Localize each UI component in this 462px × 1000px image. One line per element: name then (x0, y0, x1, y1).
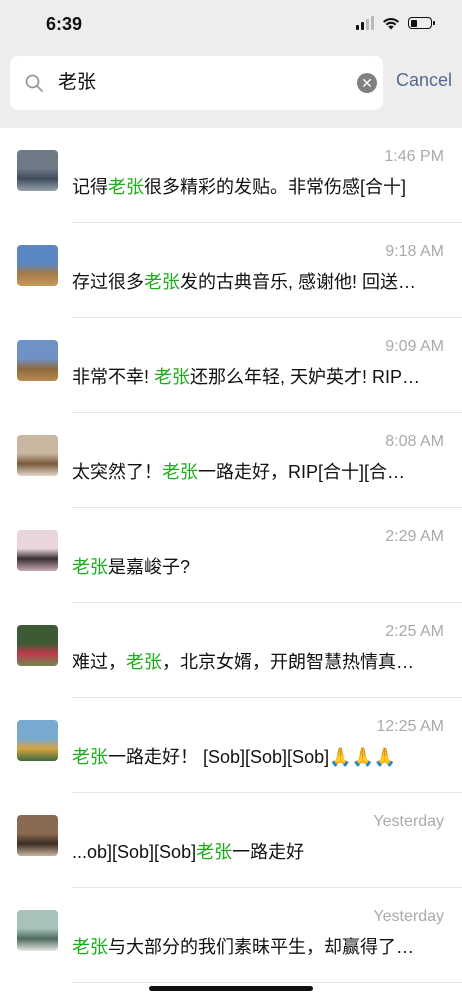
search-bar-area: ✕ Cancel (0, 48, 462, 128)
message-time: 9:09 AM (385, 338, 444, 355)
avatar (17, 340, 58, 381)
message-text-before: 记得 (72, 177, 108, 197)
clear-search-icon[interactable]: ✕ (357, 73, 377, 93)
message-preview: ...ob][Sob][Sob]老张一路走好 (72, 838, 444, 864)
message-text-after: ，北京女婿，开朗智慧热情真… (162, 652, 414, 672)
status-bar: 6:39 (0, 0, 462, 48)
keyword-highlight: 老张 (108, 177, 144, 197)
search-input[interactable] (58, 68, 348, 98)
message-text-after: 一路走好 (232, 842, 305, 862)
message-preview: 存过很多老张发的古典音乐, 感谢他! 回送… (72, 268, 444, 294)
result-row[interactable]: 1:46 PM 记得老张很多精彩的发贴。非常伤感[合十] (0, 128, 462, 223)
message-preview: 非常不幸! 老张还那么年轻, 天妒英才! RIP… (72, 363, 444, 389)
message-text-after: 是嘉峻子? (108, 557, 191, 577)
message-time: 12:25 AM (376, 718, 444, 735)
keyword-highlight: 老张 (144, 272, 180, 292)
avatar (17, 910, 58, 951)
wifi-icon (383, 17, 399, 30)
result-row[interactable]: Yesterday ...ob][Sob][Sob]老张一路走好 (0, 793, 462, 888)
message-preview: 老张是嘉峻子? (72, 553, 444, 579)
message-text-after: 发的古典音乐, 感谢他! 回送… (180, 272, 417, 292)
search-results-list: 1:46 PM 记得老张很多精彩的发贴。非常伤感[合十] 9:18 AM 存过很多老张… (0, 128, 462, 1000)
message-preview: 老张一路走好！ [Sob][Sob][Sob]🙏🙏🙏 (72, 743, 444, 769)
message-time: 2:29 AM (385, 528, 444, 545)
result-row[interactable]: 12:25 AM 老张一路走好！ [Sob][Sob][Sob]🙏🙏🙏 (0, 698, 462, 793)
status-icons (356, 16, 435, 30)
message-time: 2:25 AM (385, 623, 444, 640)
home-indicator (149, 986, 313, 991)
message-text-before: 存过很多 (72, 272, 144, 292)
avatar (17, 245, 58, 286)
cellular-signal-icon (356, 16, 374, 30)
message-text-after: 与大部分的我们素昧平生，却赢得了… (108, 937, 414, 957)
message-text-before: ...ob][Sob][Sob] (72, 842, 197, 862)
avatar (17, 815, 58, 856)
message-preview: 难过，老张，北京女婿，开朗智慧热情真… (72, 648, 444, 674)
avatar (17, 530, 58, 571)
status-time: 6:39 (46, 14, 83, 34)
avatar (17, 625, 58, 666)
message-text-after: 还那么年轻, 天妒英才! RIP… (190, 367, 421, 387)
keyword-highlight: 老张 (162, 462, 198, 482)
avatar (17, 720, 58, 761)
message-time: 8:08 AM (385, 433, 444, 450)
keyword-highlight: 老张 (72, 747, 108, 767)
message-preview: 老张与大部分的我们素昧平生，却赢得了… (72, 933, 444, 959)
message-time: Yesterday (373, 813, 444, 830)
message-text-after: 一路走好，RIP[合十][合… (198, 462, 406, 482)
result-row[interactable]: 9:09 AM 非常不幸! 老张还那么年轻, 天妒英才! RIP… (0, 318, 462, 413)
avatar (17, 150, 58, 191)
keyword-highlight: 老张 (72, 557, 108, 577)
message-text-after: 很多精彩的发贴。非常伤感[合十] (144, 177, 407, 197)
message-text-before: 太突然了！ (72, 462, 162, 482)
result-row[interactable]: 2:25 AM 难过，老张，北京女婿，开朗智慧热情真… (0, 603, 462, 698)
result-row[interactable]: 2:29 AM 老张是嘉峻子? (0, 508, 462, 603)
search-box[interactable]: ✕ (10, 56, 383, 110)
message-text-before: 非常不幸! (72, 367, 155, 387)
result-row[interactable]: Yesterday 老张与大部分的我们素昧平生，却赢得了… (0, 888, 462, 983)
avatar (17, 435, 58, 476)
result-row[interactable]: 8:08 AM 太突然了！老张一路走好，RIP[合十][合… (0, 413, 462, 508)
message-text-after: 一路走好！ [Sob][Sob][Sob]🙏🙏🙏 (108, 747, 397, 767)
result-row[interactable]: 9:18 AM 存过很多老张发的古典音乐, 感谢他! 回送… (0, 223, 462, 318)
message-time: Yesterday (373, 908, 444, 925)
message-preview: 太突然了！老张一路走好，RIP[合十][合… (72, 458, 444, 484)
keyword-highlight: 老张 (154, 367, 191, 387)
message-time: 1:46 PM (384, 148, 444, 165)
message-text-before: 难过， (72, 652, 126, 672)
message-time: 9:18 AM (385, 243, 444, 260)
message-preview: 记得老张很多精彩的发贴。非常伤感[合十] (72, 173, 444, 199)
cancel-button[interactable]: Cancel (396, 70, 452, 91)
search-icon (25, 74, 43, 92)
keyword-highlight: 老张 (196, 842, 233, 862)
battery-icon (408, 17, 435, 29)
keyword-highlight: 老张 (72, 937, 108, 957)
keyword-highlight: 老张 (126, 652, 162, 672)
